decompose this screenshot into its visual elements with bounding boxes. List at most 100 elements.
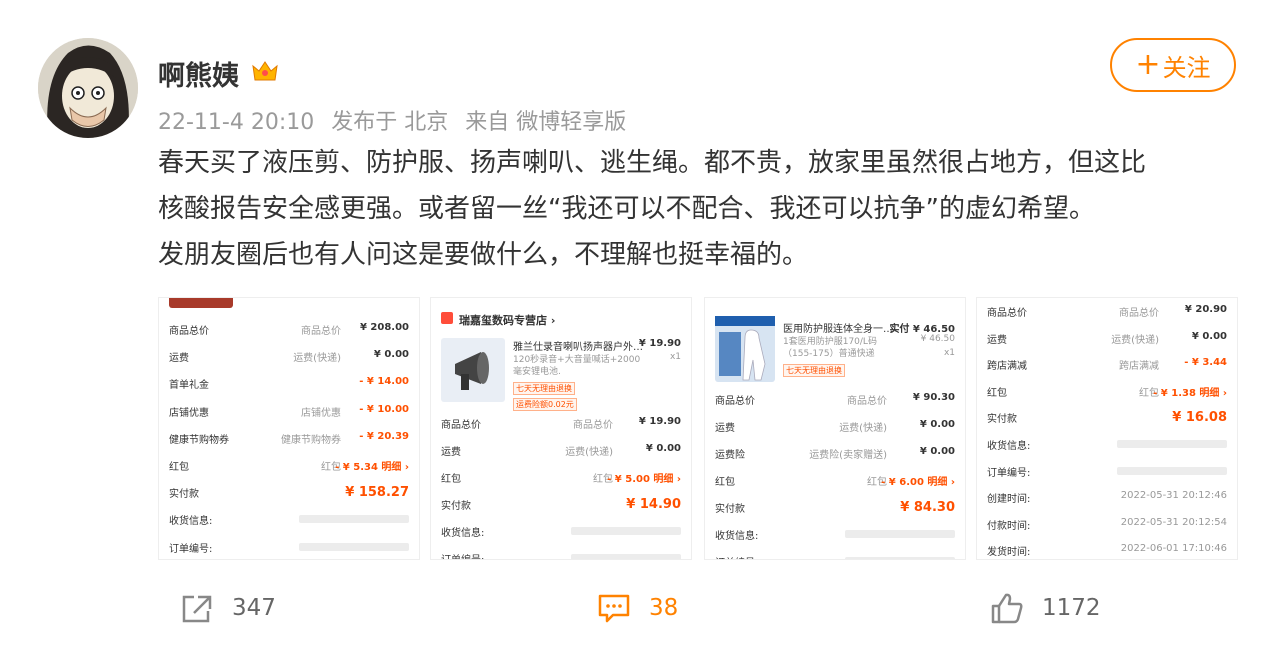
- order-row-value: ¥ 0.00: [373, 349, 409, 361]
- order-row: 红包 红包 - ¥ 5.00 明细 ›: [441, 470, 681, 485]
- order-row-label: 实付款: [169, 489, 199, 501]
- order-row-label: 红包: [715, 477, 735, 488]
- service-tag: 七天无理由退换: [513, 382, 575, 395]
- crown-icon: [252, 61, 278, 81]
- order-row-sublabel: 运费(快递): [565, 447, 613, 458]
- order-row-label: 订单编号:: [987, 467, 1031, 479]
- order-row-value: - ¥ 5.34 明细 ›: [335, 462, 409, 473]
- order-row-sublabel: 商品总价: [1119, 308, 1159, 319]
- product-thumbnail: [441, 338, 505, 402]
- order-row: 订单编号:: [715, 554, 955, 559]
- order-row-label: 收货信息:: [441, 528, 485, 539]
- order-row: 红包 红包 - ¥ 5.34 明细 ›: [169, 458, 409, 473]
- username[interactable]: 啊熊姨: [158, 54, 239, 93]
- product-orig-price: ¥ 46.50: [920, 334, 955, 344]
- order-row: 收货信息:: [169, 512, 409, 528]
- order-row: 发货时间: 2022-06-01 17:10:46: [987, 543, 1227, 559]
- order-screenshot-1[interactable]: 商品总价 商品总价 ¥ 208.00 运费 运费(快递) ¥ 0.00 首单礼金 - ¥ 14…: [158, 297, 420, 560]
- order-row-value: 2022-05-31 20:12:46: [1120, 490, 1227, 502]
- store-name: 瑞嘉玺数码专营店 ›: [459, 314, 556, 327]
- post-time[interactable]: 22-11-4 20:10: [158, 110, 314, 135]
- redacted-value: [845, 530, 955, 538]
- order-row: 红包 红包 - ¥ 1.38 明细 ›: [987, 384, 1227, 399]
- order-row-label: 店铺优惠: [169, 407, 209, 419]
- order-row-value: ¥ 0.00: [645, 443, 681, 454]
- order-row: 实付款 ¥ 84.30: [715, 500, 955, 515]
- order-row-label: 跨店满减: [987, 361, 1027, 373]
- action-bar: 347 38 1172: [0, 580, 1276, 636]
- order-row-label: 红包: [441, 474, 461, 485]
- order-row-label: 收货信息:: [169, 516, 213, 528]
- order-row-sublabel: 商品总价: [301, 326, 341, 337]
- repost-button[interactable]: 347: [180, 580, 276, 636]
- order-row: 商品总价 商品总价 ¥ 19.90: [441, 416, 681, 431]
- order-row-value: - ¥ 1.38 明细 ›: [1153, 387, 1227, 399]
- order-row-value: ¥ 208.00: [359, 322, 409, 333]
- order-row-label: 运费险: [715, 450, 745, 461]
- redacted-value: [1117, 440, 1227, 448]
- order-row-label: 红包: [169, 462, 189, 473]
- post-text-line: 核酸报告安全感更强。或者留一丝“我还可以不配合、我还可以抗争”的虚幻希望。: [158, 194, 1095, 224]
- order-row-value: - ¥ 20.39: [359, 430, 409, 442]
- service-tag: 七天无理由退换: [783, 364, 845, 377]
- product-desc: 120秒录音+大音量喊话+2000毫安锂电池.: [513, 355, 641, 377]
- order-row-sublabel: 商品总价: [847, 396, 887, 407]
- redacted-value: [299, 515, 409, 524]
- order-row: 跨店满减 跨店满减 - ¥ 3.44: [987, 357, 1227, 373]
- post-meta: 22-11-4 20:10 发布于 北京 来自 微博轻享版: [158, 104, 636, 136]
- order-row-label: 实付款: [441, 501, 471, 512]
- order-row-label: 红包: [987, 387, 1007, 399]
- order-row-label: 发货时间:: [987, 547, 1031, 559]
- product-thumbnail: [715, 316, 775, 382]
- follow-button[interactable]: + 关注: [1110, 38, 1236, 92]
- avatar[interactable]: [38, 38, 138, 138]
- post-location: 发布于 北京: [331, 110, 449, 135]
- order-screenshot-3[interactable]: 医用防护服连体全身一… 实付 ¥ 46.50 ¥ 46.50 x1 1套医用防护…: [704, 297, 966, 560]
- order-row-sublabel: 运费(快递): [839, 423, 887, 434]
- order-row-value: 2022-05-31 20:12:54: [1120, 516, 1227, 528]
- product-qty: x1: [943, 348, 955, 358]
- order-row: 运费 运费(快递) ¥ 0.00: [987, 330, 1227, 346]
- order-row-label: 运费: [987, 334, 1007, 346]
- order-row: 首单礼金 - ¥ 14.00: [169, 376, 409, 392]
- order-row-label: 商品总价: [441, 420, 481, 431]
- product-price: 实付 ¥ 46.50: [889, 324, 955, 335]
- order-screenshot-2[interactable]: 瑞嘉玺数码专营店 › 雅兰仕录音喇叭扬声器户外… ¥ 19.90 x1 120秒…: [430, 297, 692, 560]
- order-row-sublabel: 店铺优惠: [301, 407, 341, 419]
- order-row-label: 健康节购物券: [169, 434, 229, 446]
- order-row-sublabel: 健康节购物券: [281, 434, 341, 446]
- order-row-value: ¥ 0.00: [919, 419, 955, 430]
- order-row-label: 实付款: [715, 504, 745, 515]
- plus-icon: +: [1135, 47, 1161, 82]
- order-row-label: 首单礼金: [169, 380, 209, 392]
- order-row-label: 订单编号:: [169, 543, 213, 555]
- like-button[interactable]: 1172: [990, 580, 1101, 636]
- order-row: 红包 红包 - ¥ 6.00 明细 ›: [715, 473, 955, 488]
- repost-count: 347: [232, 595, 276, 621]
- order-row-value: ¥ 0.00: [1191, 330, 1227, 342]
- order-row-value: - ¥ 14.00: [359, 376, 409, 388]
- post-content: 春天买了液压剪、防护服、扬声喇叭、逃生绳。都不贵，放家里虽然很占地方，但这比 核…: [158, 140, 1238, 278]
- post-text-line: 春天买了液压剪、防护服、扬声喇叭、逃生绳。都不贵，放家里虽然很占地方，但这比: [158, 148, 1147, 178]
- comment-button[interactable]: 38: [597, 580, 678, 636]
- service-tag: 运费险额0.02元: [513, 398, 577, 411]
- order-row-label: 付款时间:: [987, 520, 1031, 532]
- product-qty: x1: [669, 352, 681, 362]
- order-row-label: 商品总价: [715, 396, 755, 407]
- order-row: 收货信息:: [987, 437, 1227, 452]
- order-row: 商品总价 商品总价 ¥ 208.00: [169, 322, 409, 337]
- order-row-value: ¥ 158.27: [345, 485, 409, 501]
- order-row-value: 2022-06-01 17:10:46: [1120, 543, 1227, 555]
- order-screenshot-4[interactable]: 商品总价 商品总价 ¥ 20.90 运费 运费(快递) ¥ 0.00 跨店满减 跨店满减 - ¥…: [976, 297, 1238, 560]
- redacted-value: [571, 527, 681, 535]
- banner-strip: [169, 298, 233, 308]
- product-desc: 1套医用防护服170/L码（155-175）普通快递: [783, 337, 877, 359]
- order-row-value: ¥ 16.08: [1172, 410, 1227, 426]
- order-row: 订单编号:: [169, 540, 409, 555]
- order-row: 店铺优惠 店铺优惠 - ¥ 10.00: [169, 404, 409, 419]
- order-row-sublabel: 商品总价: [573, 420, 613, 431]
- post-text-line: 发朋友圈后也有人问这是要做什么，不理解也挺幸福的。: [158, 240, 809, 270]
- comment-icon: [598, 594, 630, 623]
- order-row-sublabel: 运费(快递): [293, 353, 341, 365]
- order-row-label: 运费: [715, 423, 735, 434]
